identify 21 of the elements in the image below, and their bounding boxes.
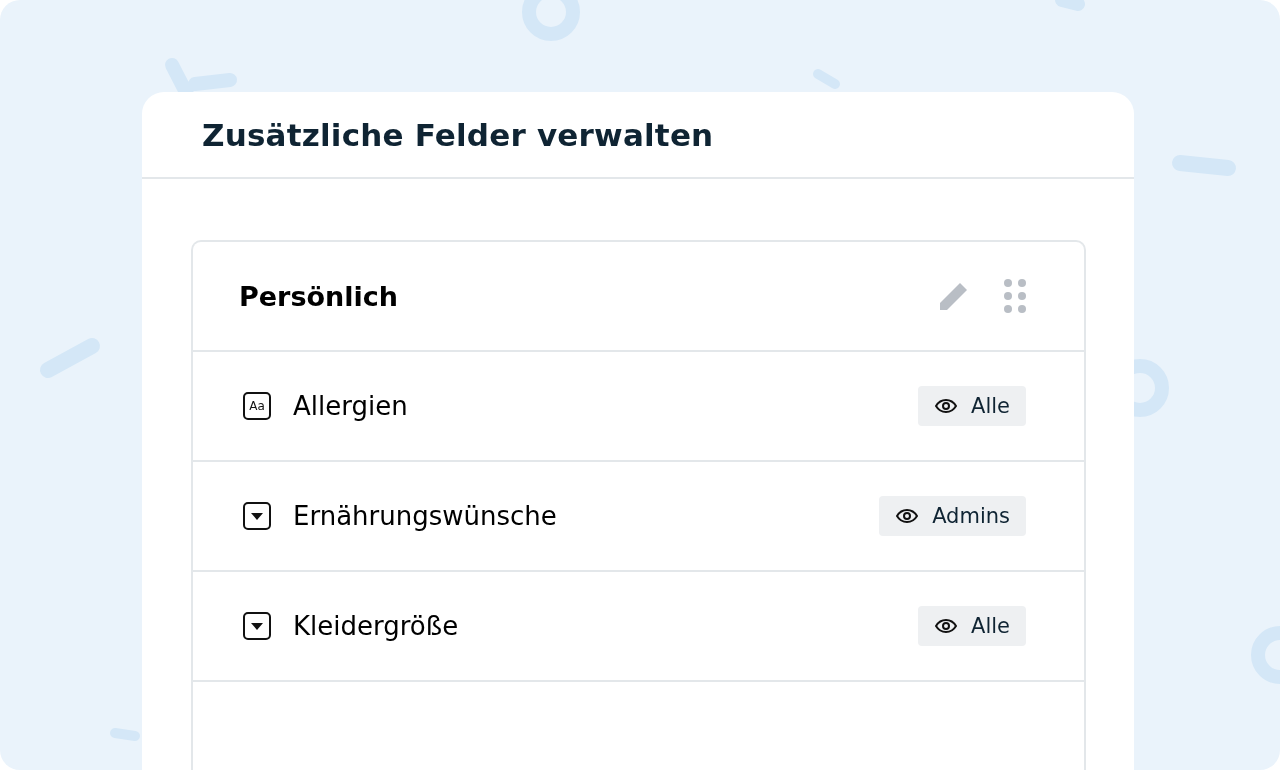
- field-row[interactable]: Aa Allergien Alle: [193, 352, 1084, 462]
- edit-button[interactable]: [938, 280, 970, 312]
- drag-dots-icon: [1004, 279, 1026, 313]
- drag-handle[interactable]: [1004, 279, 1026, 313]
- section-title: Persönlich: [239, 280, 399, 312]
- text-type-icon: Aa: [243, 392, 271, 420]
- pencil-icon: [938, 280, 970, 312]
- visibility-label: Admins: [932, 504, 1010, 528]
- eye-icon: [935, 619, 958, 633]
- field-name: Kleidergröße: [293, 611, 460, 641]
- field-row[interactable]: Ernährungswünsche Admins: [193, 462, 1084, 572]
- field-name: Allergien: [293, 391, 409, 421]
- visibility-label: Alle: [971, 394, 1010, 418]
- dropdown-type-icon: [243, 502, 271, 530]
- field-row[interactable]: Kleidergröße Alle: [193, 572, 1084, 682]
- dialog-title: Zusätzliche Felder verwalten: [202, 116, 714, 153]
- visibility-label: Alle: [971, 614, 1010, 638]
- eye-icon: [935, 399, 958, 413]
- field-name: Ernährungswünsche: [293, 501, 558, 531]
- eye-icon: [896, 509, 919, 523]
- dropdown-type-icon: [243, 612, 271, 640]
